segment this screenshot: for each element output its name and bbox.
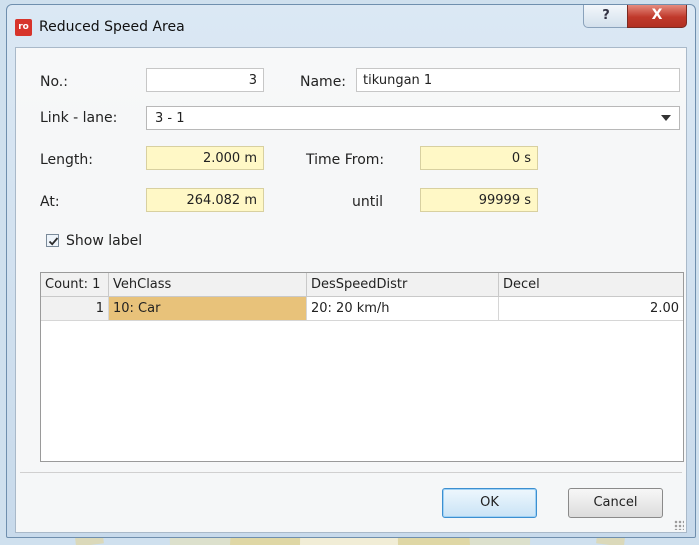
- until-field[interactable]: [420, 188, 538, 212]
- checkmark-icon: [48, 237, 59, 246]
- link-lane-value: 3 - 1: [155, 111, 185, 126]
- divider: [20, 472, 682, 473]
- no-field[interactable]: [146, 68, 264, 92]
- reduced-speed-area-dialog: ro Reduced Speed Area ? X No.: Name: Lin…: [6, 4, 696, 538]
- no-label: No.:: [40, 74, 68, 90]
- resize-grip-icon[interactable]: [674, 520, 684, 530]
- title-bar[interactable]: ro Reduced Speed Area ? X: [7, 5, 695, 47]
- time-from-field[interactable]: [420, 146, 538, 170]
- ok-button[interactable]: OK: [442, 488, 537, 518]
- vissim-app-icon: ro: [15, 19, 32, 36]
- link-lane-select[interactable]: 3 - 1: [146, 106, 680, 130]
- show-label-text: Show label: [66, 233, 143, 249]
- window-title: Reduced Speed Area: [39, 19, 185, 35]
- at-field[interactable]: [146, 188, 264, 212]
- column-header-vehclass[interactable]: VehClass: [109, 273, 307, 297]
- at-label: At:: [40, 194, 60, 210]
- name-label: Name:: [300, 74, 347, 90]
- chevron-down-icon[interactable]: [661, 115, 671, 121]
- column-header-desspeeddistr[interactable]: DesSpeedDistr: [307, 273, 499, 297]
- name-field[interactable]: [356, 68, 680, 92]
- table-row-index[interactable]: 1: [41, 297, 109, 321]
- column-header-count[interactable]: Count: 1: [41, 273, 109, 297]
- table-cell-vehclass[interactable]: 10: Car: [109, 297, 307, 321]
- vehicle-class-table: Count: 1 VehClass DesSpeedDistr Decel 1 …: [40, 272, 684, 462]
- help-button[interactable]: ?: [583, 5, 629, 28]
- column-header-decel[interactable]: Decel: [499, 273, 683, 297]
- cancel-button[interactable]: Cancel: [568, 488, 663, 518]
- time-from-label: Time From:: [306, 152, 385, 168]
- link-lane-label: Link - lane:: [40, 110, 118, 126]
- length-label: Length:: [40, 152, 94, 168]
- close-button[interactable]: X: [627, 5, 687, 28]
- length-field[interactable]: [146, 146, 264, 170]
- until-label: until: [352, 194, 384, 210]
- table-cell-decel[interactable]: 2.00: [499, 297, 683, 321]
- dialog-content: No.: Name: Link - lane: 3 - 1 Length: Ti…: [15, 47, 687, 533]
- table-cell-desspeeddistr[interactable]: 20: 20 km/h: [307, 297, 499, 321]
- show-label-checkbox[interactable]: [46, 234, 59, 247]
